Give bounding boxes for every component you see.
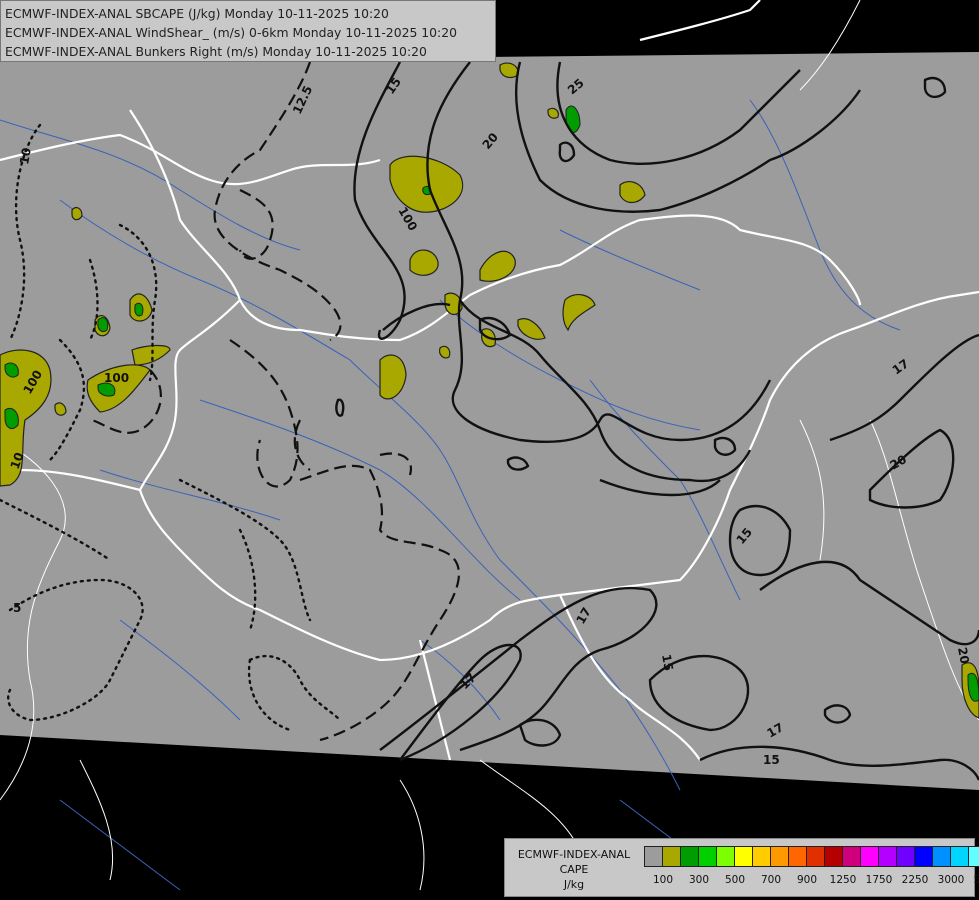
- legend-swatch: [969, 847, 979, 866]
- legend-swatch: [897, 847, 915, 866]
- legend-tick-label: 100: [652, 874, 674, 886]
- legend-title-unit: J/kg: [563, 878, 585, 891]
- legend-swatch: [735, 847, 753, 866]
- header-line-bunkers: ECMWF-INDEX-ANAL Bunkers Right (m/s) Mon…: [5, 44, 427, 59]
- legend-swatch: [645, 847, 663, 866]
- legend-swatch: [915, 847, 933, 866]
- weather-map: 12.5 10 15 20 25 17 17 20 15 17 17 15 15…: [0, 0, 979, 891]
- legend-swatch: [807, 847, 825, 866]
- legend-swatch: [789, 847, 807, 866]
- legend-swatch: [933, 847, 951, 866]
- legend-tick-label: 1250: [829, 874, 857, 886]
- legend-swatch: [843, 847, 861, 866]
- legend-swatch: [879, 847, 897, 866]
- legend-title: ECMWF-INDEX-ANAL CAPE J/kg: [507, 847, 641, 892]
- legend-swatch: [717, 847, 735, 866]
- contour-label: 15: [659, 653, 676, 672]
- header-line-sbcape: ECMWF-INDEX-ANAL SBCAPE (J/kg) Monday 10…: [5, 6, 389, 21]
- map-header: ECMWF-INDEX-ANAL SBCAPE (J/kg) Monday 10…: [0, 0, 496, 62]
- legend-swatch: [771, 847, 789, 866]
- legend-swatch: [681, 847, 699, 866]
- legend-title-variable: CAPE: [559, 863, 589, 876]
- contour-label: 100: [104, 371, 129, 385]
- legend-tick-label: 3000: [937, 874, 965, 886]
- legend-color-bar: [644, 846, 979, 867]
- data-domain: [0, 52, 979, 790]
- contour-label: 15: [763, 753, 780, 767]
- contour-label: 10: [17, 147, 34, 166]
- contour-label: 20: [955, 646, 972, 665]
- contour-label: 5: [13, 601, 21, 615]
- legend-tick-label: 700: [760, 874, 782, 886]
- legend-tick-label: 5000: [973, 874, 979, 886]
- legend-swatch: [753, 847, 771, 866]
- legend-swatch: [663, 847, 681, 866]
- legend-tick-label: 900: [796, 874, 818, 886]
- legend-tick-label: 500: [724, 874, 746, 886]
- legend-title-source: ECMWF-INDEX-ANAL: [517, 848, 631, 861]
- legend-tick-label: 300: [688, 874, 710, 886]
- header-line-windshear: ECMWF-INDEX-ANAL WindShear_ (m/s) 0-6km …: [5, 25, 457, 40]
- legend-swatch: [699, 847, 717, 866]
- legend-swatch: [861, 847, 879, 866]
- legend-swatch: [825, 847, 843, 866]
- legend-ticks: 100 300 500 700 900 1250 1750 2250 3000 5000: [644, 874, 979, 890]
- legend-swatch: [951, 847, 969, 866]
- legend-tick-label: 1750: [865, 874, 893, 886]
- cape-legend: ECMWF-INDEX-ANAL CAPE J/kg 100 300 500 700 9…: [504, 838, 979, 897]
- legend-tick-label: 2250: [901, 874, 929, 886]
